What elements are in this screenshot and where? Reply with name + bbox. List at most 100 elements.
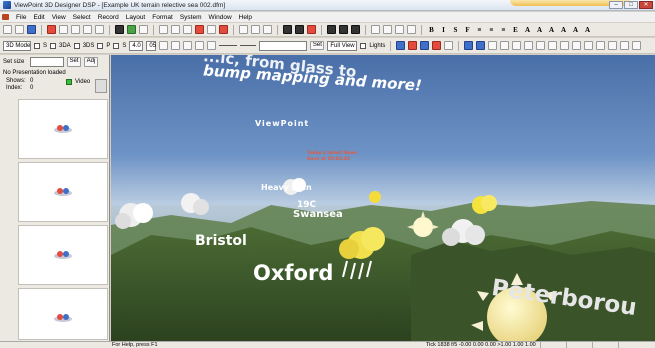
- pointer-icon[interactable]: [395, 25, 404, 34]
- maximize-button[interactable]: □: [624, 1, 638, 9]
- slide-thumbnail[interactable]: [18, 99, 108, 159]
- step-left-icon[interactable]: [159, 41, 169, 50]
- menu-record[interactable]: Record: [98, 14, 119, 21]
- p-checkbox[interactable]: [97, 42, 104, 49]
- align-center-button[interactable]: ≡: [487, 26, 496, 34]
- screen-icon[interactable]: [283, 25, 292, 34]
- justify-button[interactable]: E: [511, 26, 520, 34]
- menu-file[interactable]: File: [16, 14, 26, 21]
- name-input[interactable]: [259, 40, 308, 51]
- forward-icon[interactable]: [251, 25, 260, 34]
- set-size-input[interactable]: [30, 57, 64, 67]
- set-size-button[interactable]: Set: [67, 57, 81, 67]
- flip-icon[interactable]: [548, 41, 558, 50]
- slide-thumbnail[interactable]: [18, 162, 108, 222]
- cut-icon[interactable]: [59, 25, 68, 34]
- new-file-icon[interactable]: [3, 25, 12, 34]
- slider-track-2[interactable]: [240, 45, 257, 46]
- align-right-button[interactable]: ≡: [499, 26, 508, 34]
- font-button[interactable]: F: [463, 26, 472, 34]
- color-line-icon[interactable]: [408, 41, 418, 50]
- minimize-button[interactable]: –: [609, 1, 623, 9]
- group-icon[interactable]: [371, 25, 380, 34]
- 3d-viewport[interactable]: ...ic, from glass to bump mapping and mo…: [111, 55, 655, 341]
- clock-icon[interactable]: [351, 25, 360, 34]
- view-select[interactable]: Full View: [327, 40, 358, 51]
- center-icon[interactable]: [596, 41, 606, 50]
- filter-icon[interactable]: [488, 41, 498, 50]
- paste-icon[interactable]: [83, 25, 92, 34]
- grid-icon[interactable]: [444, 41, 454, 50]
- space-icon[interactable]: [584, 41, 594, 50]
- size-icon[interactable]: [572, 41, 582, 50]
- rotate-icon[interactable]: [263, 25, 272, 34]
- save-icon[interactable]: [27, 25, 36, 34]
- adjust-button[interactable]: Adj: [84, 57, 98, 67]
- back-icon[interactable]: [239, 25, 248, 34]
- value-input[interactable]: 4.0: [129, 40, 144, 51]
- menu-edit[interactable]: Edit: [33, 14, 44, 21]
- width-icon[interactable]: [620, 41, 630, 50]
- camera-icon[interactable]: [295, 25, 304, 34]
- tools-icon[interactable]: [307, 25, 316, 34]
- set-button[interactable]: Set: [310, 41, 325, 50]
- save-as-icon[interactable]: [47, 25, 56, 34]
- slider-track[interactable]: [219, 45, 238, 46]
- menu-layout[interactable]: Layout: [126, 14, 146, 21]
- color-fill-icon[interactable]: [396, 41, 406, 50]
- snap-icon[interactable]: [608, 41, 618, 50]
- mirror-icon[interactable]: [560, 41, 570, 50]
- slide-thumbnail[interactable]: [18, 225, 108, 285]
- 3da-checkbox[interactable]: [50, 42, 57, 49]
- image-icon[interactable]: [127, 25, 136, 34]
- info-icon[interactable]: [327, 25, 336, 34]
- play-icon[interactable]: [183, 25, 192, 34]
- layer-icon[interactable]: [383, 25, 392, 34]
- s2-checkbox[interactable]: [113, 42, 120, 49]
- step-icon[interactable]: [207, 25, 216, 34]
- texture-icon[interactable]: [420, 41, 430, 50]
- help-pointer-icon[interactable]: [407, 25, 416, 34]
- align-left-button[interactable]: ≡: [475, 26, 484, 34]
- page-icon[interactable]: [139, 25, 148, 34]
- order-icon[interactable]: [536, 41, 546, 50]
- strike-button[interactable]: S: [451, 26, 460, 34]
- height-icon[interactable]: [632, 41, 642, 50]
- material-icon[interactable]: [432, 41, 442, 50]
- document-menu-icon[interactable]: [2, 14, 9, 20]
- step-up-icon[interactable]: [183, 41, 193, 50]
- nudge-icon[interactable]: [207, 41, 217, 50]
- stop-icon[interactable]: [171, 25, 180, 34]
- italic-button[interactable]: I: [439, 26, 448, 34]
- menu-format[interactable]: Format: [152, 14, 173, 21]
- menu-view[interactable]: View: [52, 14, 66, 21]
- step-down-icon[interactable]: [195, 41, 205, 50]
- open-file-icon[interactable]: [15, 25, 24, 34]
- menu-help[interactable]: Help: [239, 14, 252, 21]
- font-effect-button[interactable]: A: [583, 26, 592, 34]
- info2-icon[interactable]: [339, 25, 348, 34]
- sidebar-scrollbar[interactable]: [95, 79, 107, 93]
- font-shadow-button[interactable]: A: [559, 26, 568, 34]
- bold-button[interactable]: B: [427, 26, 436, 34]
- close-button[interactable]: ✕: [639, 1, 653, 9]
- mode-select[interactable]: 3D Mode: [3, 40, 31, 51]
- brush-icon[interactable]: [500, 41, 510, 50]
- menu-window[interactable]: Window: [209, 14, 232, 21]
- font-color-button[interactable]: A: [535, 26, 544, 34]
- menu-select[interactable]: Select: [73, 14, 91, 21]
- align-icon[interactable]: [512, 41, 522, 50]
- font-size-button[interactable]: A: [523, 26, 532, 34]
- value2-input[interactable]: 05: [146, 40, 157, 51]
- menu-system[interactable]: System: [180, 14, 202, 21]
- object-icon[interactable]: [476, 41, 486, 50]
- print-icon[interactable]: [95, 25, 104, 34]
- slide-thumbnail[interactable]: [18, 288, 108, 340]
- distribute-icon[interactable]: [524, 41, 534, 50]
- s-checkbox[interactable]: [34, 42, 40, 49]
- record-icon[interactable]: [195, 25, 204, 34]
- pause-icon[interactable]: [219, 25, 228, 34]
- rewind-icon[interactable]: [159, 25, 168, 34]
- 3ds-checkbox[interactable]: [73, 42, 80, 49]
- step-right-icon[interactable]: [171, 41, 181, 50]
